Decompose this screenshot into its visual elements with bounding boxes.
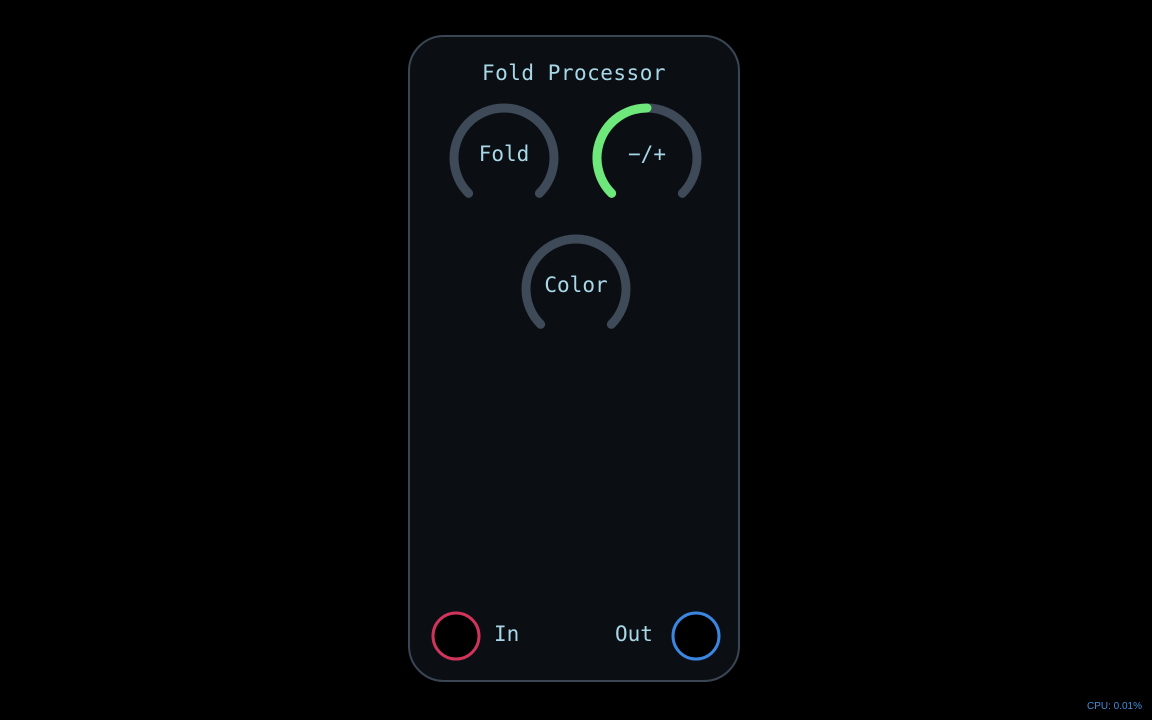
cpu-usage-readout: CPU: 0.01% [1086, 701, 1142, 712]
fold-knob-label: Fold [478, 142, 530, 166]
fold-knob[interactable]: Fold [448, 102, 560, 214]
color-knob-label: Color [544, 273, 608, 297]
module-title: Fold Processor [481, 61, 666, 85]
fold-processor-module: Fold Processor Fold −/+ Color In Out [408, 35, 740, 682]
output-jack[interactable] [670, 610, 722, 662]
bias-knob-label: −/+ [628, 142, 666, 166]
rack-canvas: Fold Processor Fold −/+ Color In Out CPU… [0, 0, 1152, 720]
bias-knob[interactable]: −/+ [591, 102, 703, 214]
color-knob[interactable]: Color [520, 233, 632, 345]
input-jack-label: In [494, 622, 520, 646]
input-jack[interactable] [430, 610, 482, 662]
output-jack-label: Out [615, 622, 653, 646]
